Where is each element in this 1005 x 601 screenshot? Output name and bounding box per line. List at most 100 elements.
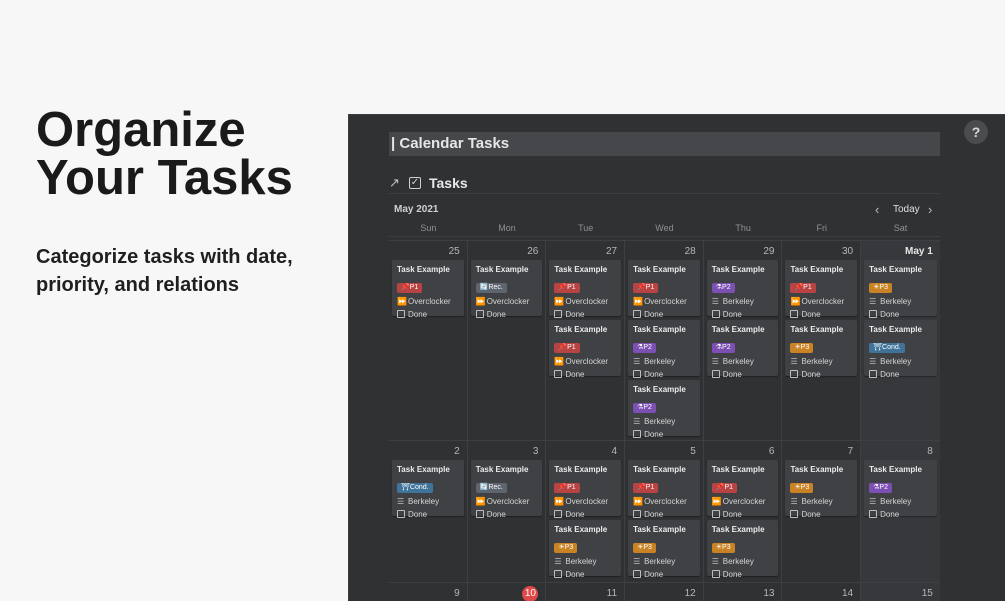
task-card[interactable]: Task Example ☀P3 ☰ Berkeley Done	[785, 460, 858, 519]
task-tag-row: 🔄Rec.	[475, 276, 539, 295]
task-card[interactable]: Task Example ☀P3 ☰ Berkeley Done	[628, 520, 700, 579]
task-card[interactable]: Task Example 🔄Rec. ⏩Overclocker Done	[470, 460, 543, 519]
tag-label: P1	[724, 484, 734, 491]
task-tag-row: ☀P3	[711, 536, 775, 555]
open-link-arrow-icon[interactable]: ↗	[389, 175, 405, 191]
task-card[interactable]: Task Example ⚗P2 ☰ Berkeley Done	[706, 260, 779, 319]
done-checkbox[interactable]	[633, 310, 642, 318]
chevron-left-icon[interactable]: ‹	[875, 202, 879, 217]
calendar-day[interactable]: 29 Task Example ⚗P2 ☰ Berkeley Done Task Examp…	[704, 241, 783, 440]
calendar-day[interactable]: 11	[546, 583, 626, 601]
done-checkbox[interactable]	[633, 510, 642, 518]
task-card[interactable]: Task Example ⛩Cond. ☰ Berkeley Done	[392, 460, 464, 519]
done-label: Done	[644, 370, 664, 379]
calendar-day[interactable]: 28 Task Example 📌P1 ⏩Overclocker Done Task Ex…	[625, 241, 704, 440]
done-checkbox[interactable]	[711, 510, 720, 518]
task-card[interactable]: Task Example 📌P1 ⏩Overclocker Done	[628, 460, 700, 519]
relation-property: ⏩Overclocker	[554, 295, 617, 308]
done-label: Done	[644, 510, 664, 519]
task-card[interactable]: Task Example 🔄Rec. ⏩Overclocker Done	[470, 260, 543, 319]
calendar-day[interactable]: 15	[861, 583, 940, 601]
done-checkbox[interactable]	[869, 370, 878, 378]
calendar-day[interactable]: 5 Task Example 📌P1 ⏩Overclocker Done Task Exa…	[625, 441, 704, 582]
task-card[interactable]: Task Example 📌P1 ⏩Overclocker Done	[549, 460, 622, 519]
tag-label: P1	[645, 284, 655, 291]
tag-label: P3	[643, 544, 652, 551]
task-card[interactable]: Task Example ☀P3 ☰ Berkeley Done	[706, 520, 779, 579]
done-checkbox[interactable]	[790, 510, 799, 518]
done-checkbox[interactable]	[554, 570, 563, 578]
calendar-day[interactable]: 12	[625, 583, 704, 601]
done-checkbox[interactable]	[475, 310, 484, 318]
relation-property: ☰ Berkeley	[712, 295, 775, 308]
calendar-day[interactable]: 25 Task Example 📌P1 ⏩Overclocker Done	[389, 241, 468, 440]
day-number: 15	[921, 588, 933, 599]
chevron-right-icon[interactable]: ›	[928, 202, 932, 217]
hero-title-line2: Your Tasks	[36, 151, 293, 205]
task-card[interactable]: Task Example ⚗P2 ☰ Berkeley Done	[628, 380, 700, 439]
fast-forward-icon: ⏩	[633, 497, 644, 506]
calendar-day[interactable]: 7 Task Example ☀P3 ☰ Berkeley Done	[782, 441, 862, 582]
done-checkbox[interactable]	[869, 510, 878, 518]
task-card[interactable]: Task Example ⚗P2 ☰ Berkeley Done	[864, 460, 937, 519]
today-button[interactable]: Today	[893, 204, 920, 215]
calendar-day[interactable]: 3 Task Example 🔄Rec. ⏩Overclocker Done	[468, 441, 547, 582]
calendar-day[interactable]: 30 Task Example 📌P1 ⏩Overclocker Done Task Ex…	[782, 241, 862, 440]
calendar-day[interactable]: 2 Task Example ⛩Cond. ☰ Berkeley Done	[389, 441, 468, 582]
done-checkbox[interactable]	[790, 370, 799, 378]
done-checkbox[interactable]	[633, 370, 642, 378]
tag-icon: 📌	[401, 284, 410, 291]
task-card[interactable]: Task Example ☀P3 ☰ Berkeley Done	[785, 320, 858, 379]
relation-value: Berkeley	[880, 497, 912, 506]
task-title: Task Example	[475, 465, 529, 474]
relation-value: Berkeley	[722, 557, 754, 566]
calendar-day[interactable]: 14	[782, 583, 862, 601]
done-checkbox[interactable]	[475, 510, 484, 518]
task-card[interactable]: Task Example 📌P1 ⏩Overclocker Done	[549, 260, 622, 319]
done-checkbox[interactable]	[711, 370, 720, 378]
relation-value: Berkeley	[801, 497, 833, 506]
calendar-day[interactable]: 4 Task Example 📌P1 ⏩Overclocker Done Task Exa…	[546, 441, 626, 582]
calendar-day[interactable]: 8 Task Example ⚗P2 ☰ Berkeley Done	[861, 441, 940, 582]
calendar-day[interactable]: 9	[389, 583, 468, 601]
done-checkbox[interactable]	[711, 310, 720, 318]
done-checkbox[interactable]	[711, 570, 720, 578]
relation-property: ⏩Overclocker	[790, 295, 853, 308]
page-title[interactable]: | Calendar Tasks	[389, 132, 940, 156]
calendar-day[interactable]: 26 Task Example 🔄Rec. ⏩Overclocker Done	[468, 241, 547, 440]
database-title[interactable]: Tasks	[429, 175, 468, 191]
tag-icon: ⛩	[401, 484, 410, 491]
done-checkbox[interactable]	[397, 310, 405, 318]
task-card[interactable]: Task Example ⚗P2 ☰ Berkeley Done	[706, 320, 779, 379]
task-card[interactable]: Task Example 📌P1 ⏩Overclocker Done	[392, 260, 464, 319]
task-card[interactable]: Task Example 📌P1 ⏩Overclocker Done	[706, 460, 779, 519]
relation-value: Overclocker	[722, 497, 766, 506]
done-checkbox[interactable]	[633, 430, 642, 438]
task-card[interactable]: Task Example ⚗P2 ☰ Berkeley Done	[628, 320, 700, 379]
calendar-day[interactable]: 27 Task Example 📌P1 ⏩Overclocker Done Task Ex…	[546, 241, 626, 440]
calendar-day[interactable]: 10	[468, 583, 547, 601]
help-button[interactable]: ?	[964, 120, 988, 144]
tag-label: P3	[564, 544, 574, 551]
task-card[interactable]: Task Example ☀P3 ☰ Berkeley Done	[549, 520, 622, 579]
calendar-day[interactable]: 13	[704, 583, 783, 601]
done-checkbox[interactable]	[554, 310, 563, 318]
done-checkbox[interactable]	[633, 570, 642, 578]
task-tag-row: ☀P3	[790, 336, 853, 355]
task-card[interactable]: Task Example ⛩Cond. ☰ Berkeley Done	[864, 320, 937, 379]
relation-property: ☰ Berkeley	[869, 295, 933, 308]
task-card[interactable]: Task Example ☀P3 ☰ Berkeley Done	[864, 260, 937, 319]
done-checkbox[interactable]	[554, 370, 563, 378]
task-card[interactable]: Task Example 📌P1 ⏩Overclocker Done	[785, 260, 858, 319]
done-checkbox[interactable]	[554, 510, 563, 518]
day-number: 28	[684, 246, 696, 257]
done-checkbox[interactable]	[869, 310, 878, 318]
task-card[interactable]: Task Example 📌P1 ⏩Overclocker Done	[549, 320, 622, 379]
done-checkbox[interactable]	[397, 510, 405, 518]
relation-value: Overclocker	[486, 297, 530, 306]
done-checkbox[interactable]	[790, 310, 799, 318]
task-card[interactable]: Task Example 📌P1 ⏩Overclocker Done	[628, 260, 700, 319]
calendar-day[interactable]: May 1 Task Example ☀P3 ☰ Berkeley Done Task Ex…	[861, 241, 940, 440]
fast-forward-icon: ⏩	[790, 297, 801, 306]
calendar-day[interactable]: 6 Task Example 📌P1 ⏩Overclocker Done Task Exa…	[704, 441, 783, 582]
